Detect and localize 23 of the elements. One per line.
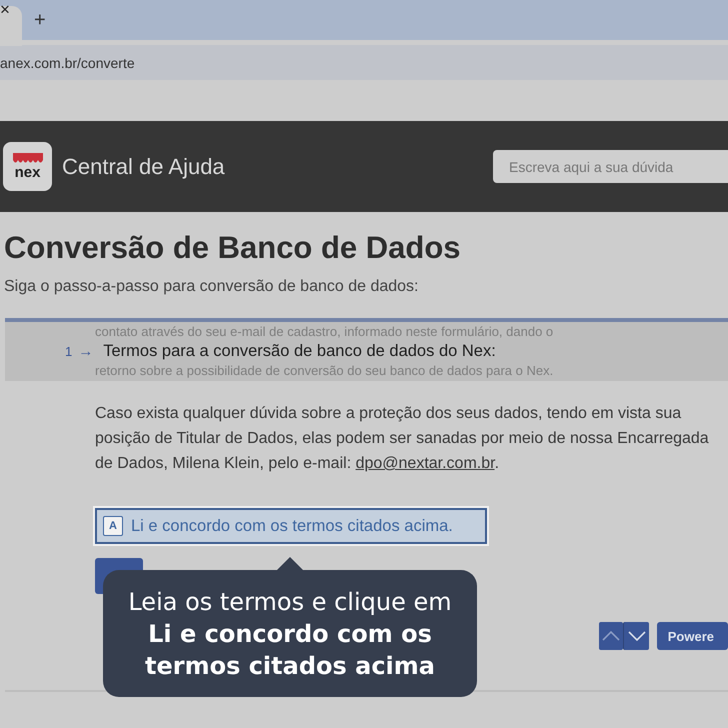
logo: nex	[3, 142, 52, 191]
key-hint: A	[103, 516, 123, 536]
new-tab-button[interactable]: +	[34, 8, 46, 32]
faded-text: retorno sobre a possibilidade de conversão do seu banco de dados para o Nex.	[95, 363, 554, 379]
page-title: Conversão de Banco de Dados	[4, 230, 462, 266]
powered-by-button[interactable]: Powere	[656, 622, 728, 650]
search-field[interactable]: Escreva aqui a sua dúvida	[493, 150, 728, 183]
address-bar[interactable]: anex.com.br/converte	[0, 45, 728, 80]
chevron-up-icon	[602, 631, 620, 641]
faded-text: contato através do seu e-mail de cadastro, informado neste formulário, dando o	[95, 324, 554, 340]
question-text: Termos para a conversão de banco de dados do Nex:	[103, 341, 496, 362]
awning-icon	[12, 152, 42, 164]
browser-tab[interactable]: ×	[0, 6, 22, 46]
down-button[interactable]	[623, 622, 649, 650]
email-link[interactable]: dpo@nextar.com.br	[356, 455, 495, 472]
chevron-down-icon	[628, 631, 646, 641]
tooltip: Leia os termos e clique em Li e concordo com os termos citados acima	[103, 557, 477, 697]
arrow-icon: →	[78, 341, 94, 363]
question-number: 1	[65, 343, 72, 361]
page-subtitle: Siga o passo-a-passo para conversão de banco de dados:	[4, 278, 420, 296]
choice-option[interactable]: A Li e concordo com os termos citados acima.	[95, 508, 487, 544]
site-title: Central de Ajuda	[62, 154, 225, 180]
paragraph: Caso exista qualquer dúvida sobre a proteção dos seus dados, tendo em vista sua posição de Titular de Dados, elas podem ser sanadas por meio de nossa Encarregada de Dados, Milena Klein, pelo e-mail: dpo@nextar.com.br.	[95, 404, 710, 474]
